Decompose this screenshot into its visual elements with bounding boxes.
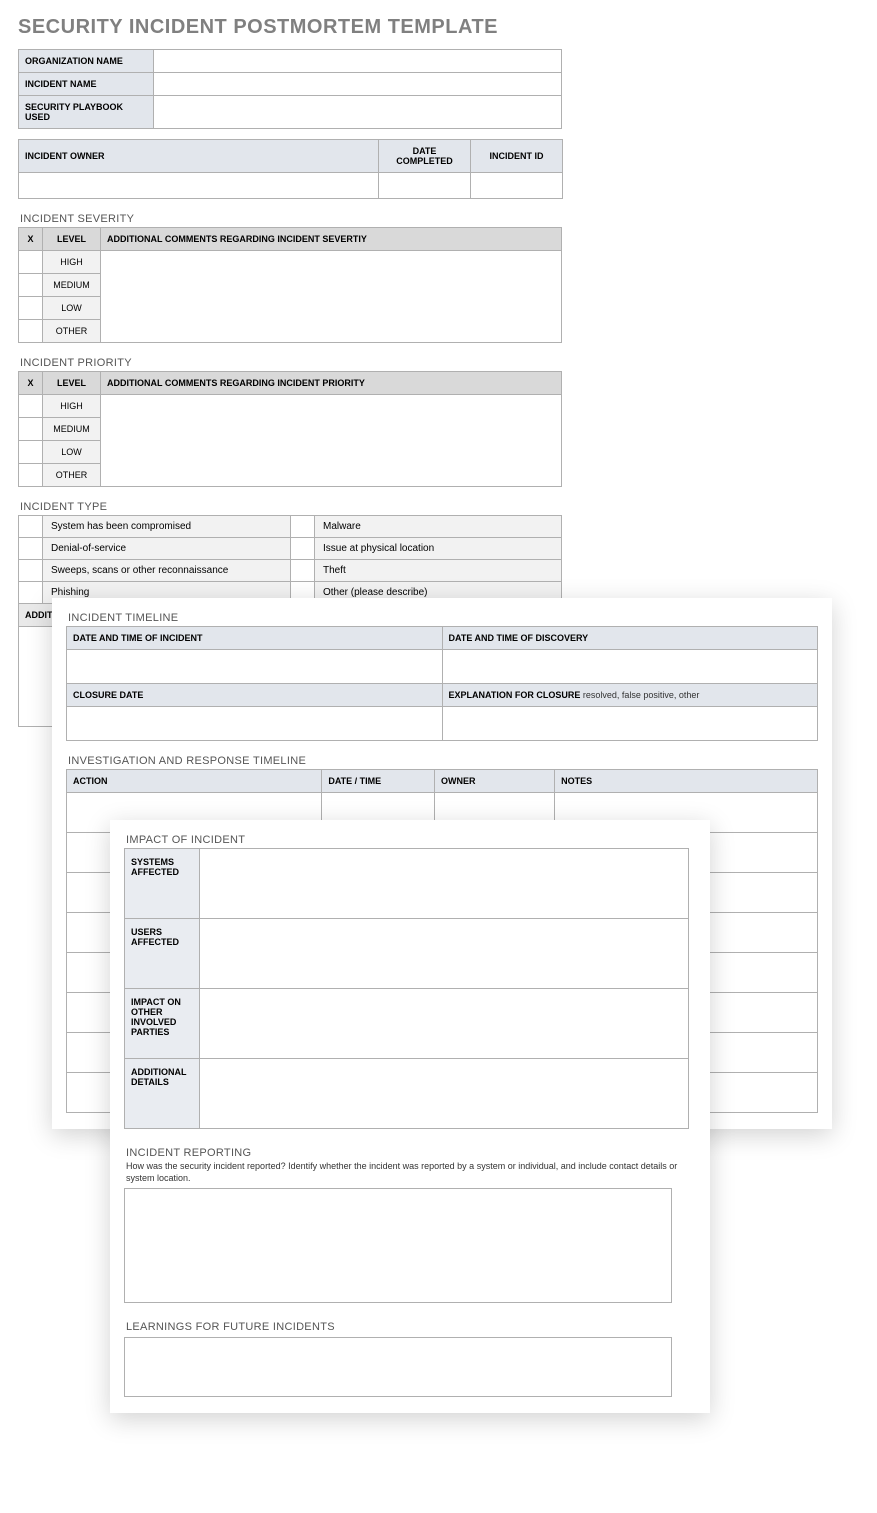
priority-check-other[interactable] <box>19 464 43 487</box>
priority-x-col: X <box>19 372 43 395</box>
users-affected-value[interactable] <box>200 919 689 989</box>
severity-level-low: LOW <box>43 297 101 320</box>
priority-check-medium[interactable] <box>19 418 43 441</box>
timeline-table: DATE AND TIME OF INCIDENT DATE AND TIME … <box>66 626 818 741</box>
page-title: SECURITY INCIDENT POSTMORTEM TEMPLATE <box>18 16 859 39</box>
other-parties-label: IMPACT ON OTHER INVOLVED PARTIES <box>125 989 200 1059</box>
incident-id-value[interactable] <box>471 173 563 199</box>
dt-discovery-value[interactable] <box>442 650 818 684</box>
severity-level-high: HIGH <box>43 251 101 274</box>
priority-comments-col: ADDITIONAL COMMENTS REGARDING INCIDENT P… <box>101 372 562 395</box>
type-l0: System has been compromised <box>43 516 291 538</box>
type-check-l2[interactable] <box>19 560 43 582</box>
type-r1: Issue at physical location <box>315 538 562 560</box>
severity-check-medium[interactable] <box>19 274 43 297</box>
owner-table: INCIDENT OWNER DATE COMPLETED INCIDENT I… <box>18 139 563 199</box>
priority-table: X LEVEL ADDITIONAL COMMENTS REGARDING IN… <box>18 371 562 487</box>
date-completed-label: DATE COMPLETED <box>379 140 471 173</box>
incident-id-label: INCIDENT ID <box>471 140 563 173</box>
systems-affected-label: SYSTEMS AFFECTED <box>125 849 200 919</box>
type-check-l0[interactable] <box>19 516 43 538</box>
impact-panel: IMPACT OF INCIDENT SYSTEMS AFFECTED USER… <box>110 820 710 1413</box>
type-check-l3[interactable] <box>19 582 43 604</box>
reporting-value[interactable] <box>124 1188 672 1303</box>
priority-check-low[interactable] <box>19 441 43 464</box>
type-check-r0[interactable] <box>291 516 315 538</box>
date-completed-value[interactable] <box>379 173 471 199</box>
type-check-l1[interactable] <box>19 538 43 560</box>
org-name-label: ORGANIZATION NAME <box>19 50 154 73</box>
resp-owner-col: OWNER <box>434 770 554 793</box>
owner-label: INCIDENT OWNER <box>19 140 379 173</box>
explanation-note: resolved, false positive, other <box>583 690 700 700</box>
priority-level-high: HIGH <box>43 395 101 418</box>
playbook-label: SECURITY PLAYBOOK USED <box>19 96 154 129</box>
closure-date-label: CLOSURE DATE <box>67 684 443 707</box>
resp-action-col: ACTION <box>67 770 322 793</box>
type-heading: INCIDENT TYPE <box>20 501 859 513</box>
closure-explanation-value[interactable] <box>442 707 818 741</box>
incident-name-value[interactable] <box>154 73 562 96</box>
resp-notes-col: NOTES <box>555 770 818 793</box>
priority-level-other: OTHER <box>43 464 101 487</box>
severity-level-col: LEVEL <box>43 228 101 251</box>
explanation-label-text: EXPLANATION FOR CLOSURE <box>449 690 581 700</box>
severity-check-high[interactable] <box>19 251 43 274</box>
closure-date-value[interactable] <box>67 707 443 741</box>
impact-table: SYSTEMS AFFECTED USERS AFFECTED IMPACT O… <box>124 848 689 1129</box>
severity-table: X LEVEL ADDITIONAL COMMENTS REGARDING IN… <box>18 227 562 343</box>
type-check-r2[interactable] <box>291 560 315 582</box>
org-info-table: ORGANIZATION NAME INCIDENT NAME SECURITY… <box>18 49 562 129</box>
impact-heading: IMPACT OF INCIDENT <box>126 834 696 846</box>
type-l1: Denial-of-service <box>43 538 291 560</box>
priority-check-high[interactable] <box>19 395 43 418</box>
additional-details-label: ADDITIONAL DETAILS <box>125 1059 200 1129</box>
learnings-heading: LEARNINGS FOR FUTURE INCIDENTS <box>126 1321 696 1333</box>
timeline-heading: INCIDENT TIMELINE <box>68 612 818 624</box>
additional-details-value[interactable] <box>200 1059 689 1129</box>
priority-level-medium: MEDIUM <box>43 418 101 441</box>
priority-level-low: LOW <box>43 441 101 464</box>
closure-explanation-label: EXPLANATION FOR CLOSURE resolved, false … <box>442 684 818 707</box>
priority-level-col: LEVEL <box>43 372 101 395</box>
severity-comments-value[interactable] <box>101 251 562 343</box>
priority-comments-value[interactable] <box>101 395 562 487</box>
org-name-value[interactable] <box>154 50 562 73</box>
severity-check-low[interactable] <box>19 297 43 320</box>
owner-value[interactable] <box>19 173 379 199</box>
response-heading: INVESTIGATION AND RESPONSE TIMELINE <box>68 755 818 767</box>
severity-heading: INCIDENT SEVERITY <box>20 213 859 225</box>
severity-check-other[interactable] <box>19 320 43 343</box>
users-affected-label: USERS AFFECTED <box>125 919 200 989</box>
priority-heading: INCIDENT PRIORITY <box>20 357 859 369</box>
systems-affected-value[interactable] <box>200 849 689 919</box>
playbook-value[interactable] <box>154 96 562 129</box>
severity-x-col: X <box>19 228 43 251</box>
dt-discovery-label: DATE AND TIME OF DISCOVERY <box>442 627 818 650</box>
type-check-r1[interactable] <box>291 538 315 560</box>
severity-level-medium: MEDIUM <box>43 274 101 297</box>
resp-datetime-col: DATE / TIME <box>322 770 435 793</box>
incident-name-label: INCIDENT NAME <box>19 73 154 96</box>
reporting-heading: INCIDENT REPORTING <box>126 1147 696 1159</box>
dt-incident-label: DATE AND TIME OF INCIDENT <box>67 627 443 650</box>
reporting-desc: How was the security incident reported? … <box>126 1161 696 1184</box>
type-l2: Sweeps, scans or other reconnaissance <box>43 560 291 582</box>
type-r0: Malware <box>315 516 562 538</box>
type-r2: Theft <box>315 560 562 582</box>
severity-level-other: OTHER <box>43 320 101 343</box>
dt-incident-value[interactable] <box>67 650 443 684</box>
other-parties-value[interactable] <box>200 989 689 1059</box>
severity-comments-col: ADDITIONAL COMMENTS REGARDING INCIDENT S… <box>101 228 562 251</box>
learnings-value[interactable] <box>124 1337 672 1397</box>
